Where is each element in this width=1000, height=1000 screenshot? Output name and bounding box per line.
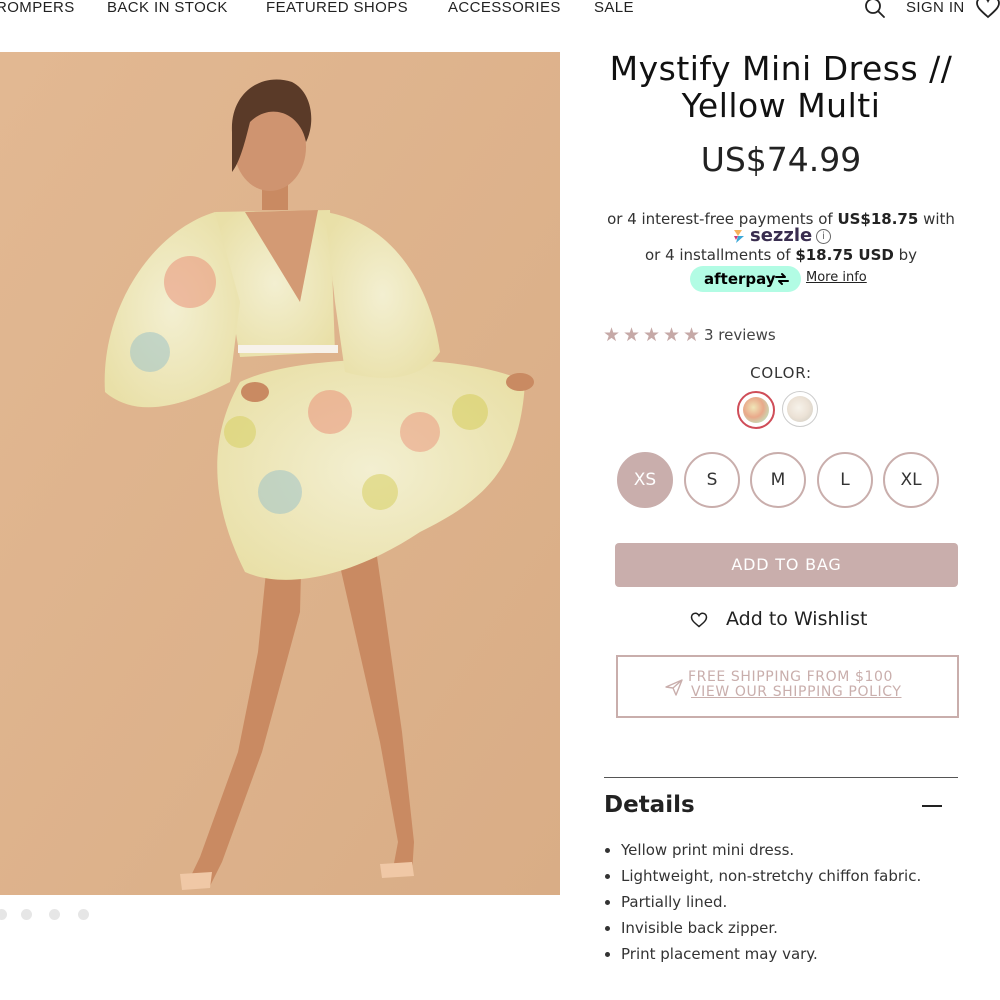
afterpay-arrows-icon: [775, 273, 789, 285]
details-item: Invisible back zipper.: [604, 918, 934, 939]
product-image[interactable]: [0, 52, 560, 895]
pagination-dot[interactable]: [78, 909, 89, 920]
color-label: COLOR:: [750, 364, 812, 382]
star-icon: ★: [663, 324, 681, 346]
details-list: Yellow print mini dress. Lightweight, no…: [604, 840, 934, 970]
paper-plane-icon: [665, 679, 683, 696]
nav-item-sale[interactable]: SALE: [594, 0, 634, 16]
sezzle-logo[interactable]: sezzle i: [730, 225, 840, 247]
afterpay-payment-line: or 4 installments of $18.75 USD by: [600, 246, 962, 264]
star-icon: ★: [683, 324, 701, 346]
details-item: Yellow print mini dress.: [604, 840, 934, 861]
wishlist-label: Add to Wishlist: [726, 608, 868, 630]
sezzle-brand: sezzle: [750, 225, 813, 246]
heart-icon: [690, 612, 708, 628]
details-item: Partially lined.: [604, 892, 934, 913]
nav-item-accessories[interactable]: ACCESSORIES: [448, 0, 561, 16]
product-price: US$74.99: [700, 140, 862, 179]
shipping-policy-link[interactable]: VIEW OUR SHIPPING POLICY: [691, 684, 902, 700]
size-option-s[interactable]: S: [684, 452, 740, 508]
add-to-bag-button[interactable]: ADD TO BAG: [615, 543, 958, 587]
sezzle-suffix: with: [918, 210, 955, 228]
afterpay-amount: $18.75 USD: [795, 246, 894, 264]
sezzle-icon: [734, 230, 744, 243]
details-item: Lightweight, non-stretchy chiffon fabric…: [604, 866, 934, 887]
afterpay-prefix: or 4 installments of: [644, 246, 796, 264]
sezzle-amount: US$18.75: [837, 210, 919, 228]
color-swatch-yellow-multi[interactable]: [737, 391, 775, 429]
color-swatch-cream-multi[interactable]: [782, 391, 818, 427]
divider: [604, 777, 958, 778]
sign-in-link[interactable]: SIGN IN: [906, 0, 965, 16]
info-icon[interactable]: i: [816, 229, 831, 244]
search-icon[interactable]: [864, 0, 886, 19]
pagination-dot[interactable]: [0, 909, 7, 920]
details-item: Print placement may vary.: [604, 944, 934, 965]
pagination-dot[interactable]: [21, 909, 32, 920]
product-title: Mystify Mini Dress // Yellow Multi: [609, 49, 953, 125]
top-navigation: ROMPERS BACK IN STOCK FEATURED SHOPS ACC…: [0, 0, 1000, 22]
more-info-link[interactable]: More info: [806, 270, 867, 285]
details-heading[interactable]: Details: [604, 792, 695, 818]
star-icon: ★: [643, 324, 661, 346]
free-shipping-text: FREE SHIPPING FROM $100: [688, 669, 894, 685]
minus-icon[interactable]: [922, 805, 942, 807]
nav-item-back-in-stock[interactable]: BACK IN STOCK: [107, 0, 228, 16]
size-option-xl[interactable]: XL: [883, 452, 939, 508]
afterpay-brand: afterpay: [704, 270, 776, 288]
size-option-m[interactable]: M: [750, 452, 806, 508]
pagination-dot[interactable]: [49, 909, 60, 920]
nav-item-rompers[interactable]: ROMPERS: [0, 0, 75, 16]
size-option-l[interactable]: L: [817, 452, 873, 508]
star-icon: ★: [603, 324, 621, 346]
size-option-xs[interactable]: XS: [617, 452, 673, 508]
reviews-link[interactable]: 3 reviews: [704, 326, 776, 344]
nav-item-featured-shops[interactable]: FEATURED SHOPS: [266, 0, 408, 16]
afterpay-badge[interactable]: afterpay: [690, 266, 801, 292]
afterpay-suffix: by: [893, 246, 918, 264]
heart-icon[interactable]: [975, 0, 1000, 21]
shipping-banner: FREE SHIPPING FROM $100 VIEW OUR SHIPPIN…: [616, 655, 959, 718]
star-icon: ★: [623, 324, 641, 346]
